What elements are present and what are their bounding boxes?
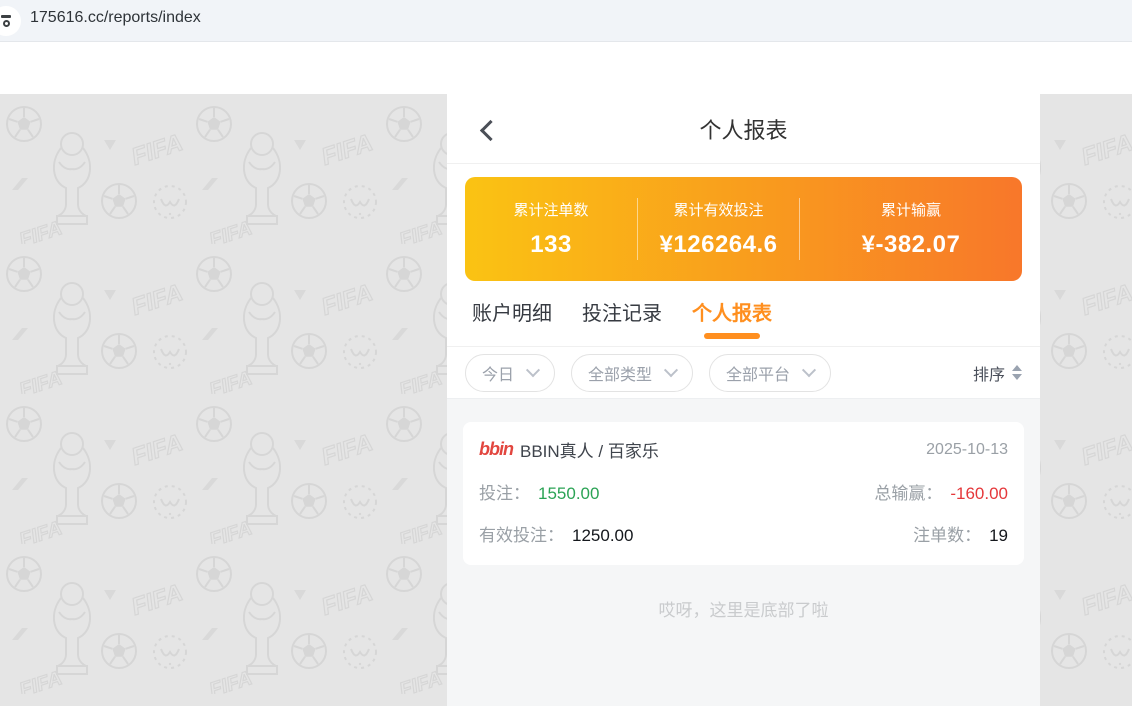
browser-address-bar: 175616.cc/reports/index <box>0 0 1132 42</box>
site-info-icon[interactable] <box>0 6 21 36</box>
report-list: bbin BBIN真人 / 百家乐 2025-10-13 投注： 1550.00… <box>447 399 1040 706</box>
report-panel: 个人报表 累计注单数 133 累计有效投注 ¥126264.6 累计输赢 ¥-3… <box>447 42 1040 706</box>
field-value: -160.00 <box>950 484 1008 504</box>
field-value: 19 <box>989 526 1008 546</box>
url-text[interactable]: 175616.cc/reports/index <box>30 9 201 27</box>
field-label: 投注： <box>479 479 530 504</box>
summary-stats-card: 累计注单数 133 累计有效投注 ¥126264.6 累计输赢 ¥-382.07 <box>465 177 1022 281</box>
bbin-logo: bbin <box>479 439 513 460</box>
total-win-loss: 总输赢： -160.00 <box>874 479 1008 504</box>
platform-filter-dropdown[interactable]: 全部平台 <box>709 354 831 392</box>
screen: 175616.cc/reports/index <box>0 0 1132 706</box>
tab-label: 个人报表 <box>692 303 772 325</box>
report-row: 投注： 1550.00 总输赢： -160.00 <box>479 479 1008 504</box>
sort-arrows-icon <box>1012 365 1022 380</box>
chevron-down-icon <box>526 363 540 377</box>
field-value: 1250.00 <box>572 526 633 546</box>
valid-bet-amount: 有效投注： 1250.00 <box>479 521 633 546</box>
provider-game-name: BBIN真人 / 百家乐 <box>520 437 659 462</box>
chevron-down-icon <box>664 363 678 377</box>
stat-label: 累计有效投注 <box>674 199 764 220</box>
web-page: FIFA FIFA 个人报表 累计注单数 133 <box>0 42 1132 706</box>
report-date: 2025-10-13 <box>926 441 1008 459</box>
stat-value: ¥-382.07 <box>862 231 961 259</box>
stat-label: 累计输赢 <box>881 199 941 220</box>
dropdown-label: 今日 <box>482 361 514 385</box>
panel-header: 个人报表 <box>447 94 1040 164</box>
stat-total-bets: 累计注单数 133 <box>465 199 637 259</box>
panel-top-spacer <box>447 42 1040 94</box>
tab-bar: 账户明细 投注记录 个人报表 <box>447 281 1040 347</box>
bet-amount: 投注： 1550.00 <box>479 479 599 504</box>
bet-count: 注单数： 19 <box>913 521 1008 546</box>
filter-bar: 今日 全部类型 全部平台 排序 <box>447 347 1040 399</box>
report-list-item[interactable]: bbin BBIN真人 / 百家乐 2025-10-13 投注： 1550.00… <box>463 422 1024 565</box>
report-item-header: bbin BBIN真人 / 百家乐 2025-10-13 <box>479 437 1008 462</box>
page-title: 个人报表 <box>447 94 1040 163</box>
field-label: 总输赢： <box>874 479 942 504</box>
stat-label: 累计注单数 <box>514 199 589 220</box>
field-value: 1550.00 <box>538 484 599 504</box>
dropdown-label: 全部类型 <box>588 361 652 385</box>
report-row: 有效投注： 1250.00 注单数： 19 <box>479 521 1008 546</box>
stat-valid-bets: 累计有效投注 ¥126264.6 <box>638 199 799 259</box>
chevron-down-icon <box>802 363 816 377</box>
sort-button[interactable]: 排序 <box>973 361 1022 385</box>
active-tab-underline <box>704 333 760 339</box>
tab-bet-records[interactable]: 投注记录 <box>582 297 662 346</box>
field-label: 注单数： <box>913 521 981 546</box>
stat-value: 133 <box>530 231 572 259</box>
date-filter-dropdown[interactable]: 今日 <box>465 354 555 392</box>
tab-personal-report[interactable]: 个人报表 <box>692 297 772 346</box>
field-label: 有效投注： <box>479 521 564 546</box>
sort-label: 排序 <box>973 361 1005 385</box>
stat-value: ¥126264.6 <box>660 231 778 259</box>
type-filter-dropdown[interactable]: 全部类型 <box>571 354 693 392</box>
dropdown-label: 全部平台 <box>726 361 790 385</box>
tab-account-details[interactable]: 账户明细 <box>472 297 552 346</box>
stat-win-loss: 累计输赢 ¥-382.07 <box>800 199 1022 259</box>
end-of-list-text: 哎呀，这里是底部了啦 <box>463 596 1024 621</box>
